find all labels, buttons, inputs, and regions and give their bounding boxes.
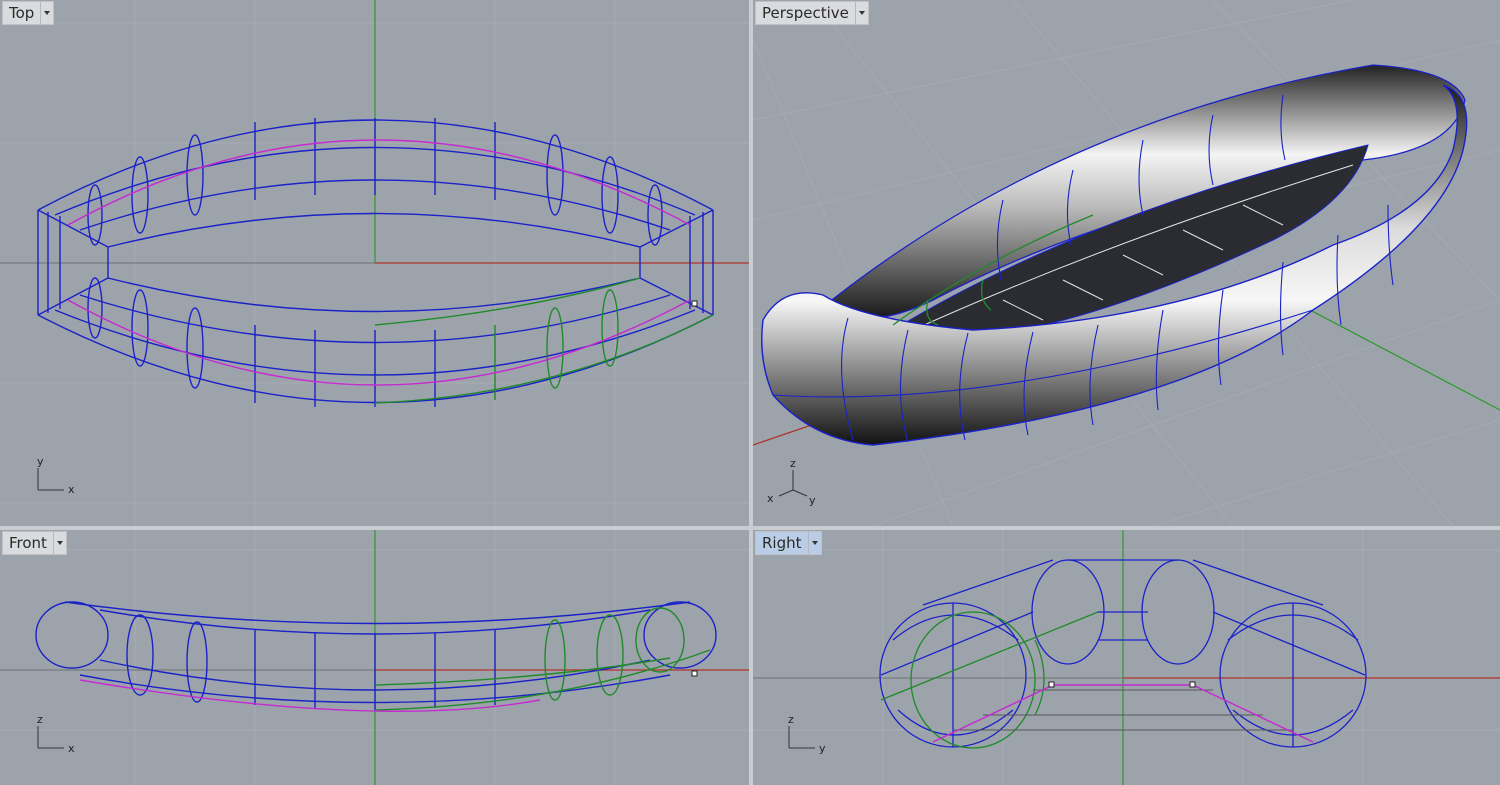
viewport-top[interactable]: Top y x (0, 0, 749, 526)
axis-label-z: z (790, 457, 796, 470)
tab-top[interactable]: Top (2, 1, 55, 25)
viewport-label-right: Right (762, 534, 802, 552)
axis-label-z: z (37, 713, 43, 726)
viewport-label-top: Top (9, 4, 35, 22)
tab-right[interactable]: Right (755, 531, 822, 555)
axis-label-z: z (788, 713, 794, 726)
viewport-perspective[interactable]: Perspective z x y (753, 0, 1500, 526)
viewport-label-perspective: Perspective (762, 4, 849, 22)
perspective-view-canvas[interactable] (753, 0, 1500, 526)
front-view-canvas[interactable] (0, 530, 749, 785)
viewport-label-front: Front (9, 534, 47, 552)
right-view-canvas[interactable] (753, 530, 1500, 785)
top-view-canvas[interactable] (0, 0, 749, 526)
chevron-down-icon[interactable] (807, 532, 821, 554)
viewport-right[interactable]: Right z y (753, 530, 1500, 785)
tab-front[interactable]: Front (2, 531, 67, 555)
chevron-down-icon[interactable] (40, 2, 53, 24)
right-selected-curves (880, 611, 1099, 749)
axis-icon: z x y (767, 457, 816, 507)
axis-icon: z y (788, 713, 826, 755)
axis-label-x: x (68, 483, 75, 496)
axis-label-x: x (68, 742, 75, 755)
axis-icon: y x (37, 455, 75, 496)
chevron-down-icon[interactable] (854, 2, 868, 24)
axis-label-x: x (767, 492, 774, 505)
axis-label-y: y (809, 494, 816, 507)
viewport-grid: Top y x Perspective z x y Front z x Righ… (0, 0, 1500, 785)
viewport-front[interactable]: Front z x (0, 530, 749, 785)
chevron-down-icon[interactable] (52, 532, 66, 554)
axis-label-y: y (819, 742, 826, 755)
tab-perspective[interactable]: Perspective (755, 1, 869, 25)
axis-icon: z x (37, 713, 75, 755)
axis-label-y: y (37, 455, 44, 468)
